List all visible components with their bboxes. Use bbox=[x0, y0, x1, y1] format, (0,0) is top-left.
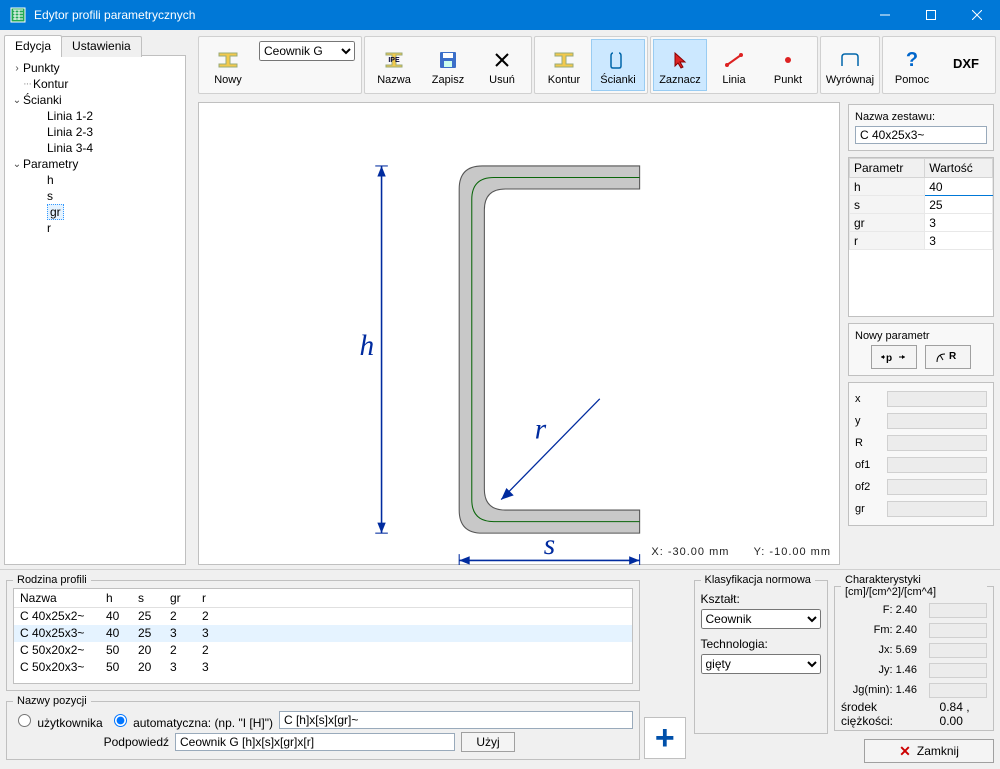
tree-points[interactable]: Punkty bbox=[23, 61, 60, 75]
line-button[interactable]: Linia bbox=[707, 39, 761, 91]
dim-s-label: s bbox=[544, 529, 555, 561]
minimize-button[interactable] bbox=[862, 0, 908, 30]
table-row: C 40x25x3~402533 bbox=[14, 625, 632, 642]
svg-text:R: R bbox=[949, 351, 957, 362]
add-button[interactable]: + bbox=[644, 717, 686, 759]
tree-param-r[interactable]: r bbox=[47, 221, 51, 235]
contour-button[interactable]: Kontur bbox=[537, 39, 591, 91]
expand-icon[interactable]: › bbox=[11, 63, 23, 74]
save-button[interactable]: Zapisz bbox=[421, 39, 475, 91]
collapse-icon[interactable]: ⌄ bbox=[11, 159, 23, 170]
new-button[interactable]: Nowy bbox=[201, 39, 255, 91]
tab-edit[interactable]: Edycja bbox=[4, 35, 62, 56]
delete-button[interactable]: Usuń bbox=[475, 39, 529, 91]
auto-name-input[interactable] bbox=[279, 711, 633, 729]
help-button[interactable]: ? Pomoc bbox=[885, 39, 939, 91]
window-title: Edytor profili parametrycznych bbox=[34, 8, 862, 22]
save-icon bbox=[436, 49, 460, 71]
param-table[interactable]: ParametrWartość h40 s25 gr3 r3 bbox=[848, 157, 994, 317]
dxf-button[interactable]: DXF bbox=[939, 39, 993, 91]
point-button[interactable]: Punkt bbox=[761, 39, 815, 91]
tree-line23[interactable]: Linia 2-3 bbox=[47, 125, 93, 139]
profile-family-group: Rodzina profili Nazwa h s gr r C 40x25x2… bbox=[6, 574, 640, 691]
table-row: C 40x25x2~402522 bbox=[14, 608, 632, 625]
status-coordinates: X: -30.00 mm Y: -10.00 mm bbox=[651, 546, 831, 558]
family-table[interactable]: Nazwa h s gr r C 40x25x2~402522 C 40x25x… bbox=[13, 588, 633, 684]
tree-contour[interactable]: Kontur bbox=[33, 77, 68, 91]
new-param-r-button[interactable]: R bbox=[925, 345, 971, 369]
tree-walls[interactable]: Ścianki bbox=[23, 93, 62, 107]
set-name-input[interactable] bbox=[855, 126, 987, 144]
align-button[interactable]: Wyrównaj bbox=[823, 39, 877, 91]
new-param-p-button[interactable]: p bbox=[871, 345, 917, 369]
walls-icon bbox=[606, 49, 630, 71]
select-button[interactable]: Zaznacz bbox=[653, 39, 707, 91]
close-icon: ✕ bbox=[899, 743, 911, 760]
line-icon bbox=[722, 49, 746, 71]
geo-gr[interactable] bbox=[887, 501, 987, 517]
radio-user[interactable]: użytkownika bbox=[13, 711, 103, 730]
walls-button[interactable]: Ścianki bbox=[591, 39, 645, 91]
char-F-box bbox=[929, 603, 987, 618]
close-button[interactable]: ✕ Zamknij bbox=[864, 739, 994, 763]
drawing-canvas[interactable]: h s r X: -30.00 mm Y: bbox=[198, 102, 840, 565]
point-icon bbox=[776, 49, 800, 71]
ipe-icon: IPE bbox=[382, 49, 406, 71]
char-Fm-box bbox=[929, 623, 987, 638]
char-Jg-box bbox=[929, 683, 987, 698]
maximize-button[interactable] bbox=[908, 0, 954, 30]
geo-y[interactable] bbox=[887, 413, 987, 429]
geo-of1[interactable] bbox=[887, 457, 987, 473]
geo-R[interactable] bbox=[887, 435, 987, 451]
tree-line12[interactable]: Linia 1-2 bbox=[47, 109, 93, 123]
tree-line34[interactable]: Linia 3-4 bbox=[47, 141, 93, 155]
dim-h-label: h bbox=[360, 330, 375, 362]
ibeam-icon bbox=[216, 49, 240, 71]
tree-view[interactable]: ›Punkty ···Kontur ⌄Ścianki Linia 1-2 Lin… bbox=[4, 56, 186, 565]
tree-param-s[interactable]: s bbox=[47, 189, 53, 203]
geo-of2[interactable] bbox=[887, 479, 987, 495]
use-button[interactable]: Użyj bbox=[461, 732, 515, 752]
classification-group: Klasyfikacja normowa Kształt: Ceownik Te… bbox=[694, 574, 829, 734]
set-name-label: Nazwa zestawu: bbox=[855, 111, 987, 123]
help-icon: ? bbox=[900, 49, 924, 71]
collapse-icon[interactable]: ⌄ bbox=[11, 95, 23, 106]
new-param-label: Nowy parametr bbox=[855, 330, 987, 342]
align-icon bbox=[838, 49, 862, 71]
app-icon bbox=[8, 5, 28, 25]
close-window-button[interactable] bbox=[954, 0, 1000, 30]
tree-params[interactable]: Parametry bbox=[23, 157, 78, 171]
title-bar: Edytor profili parametrycznych bbox=[0, 0, 1000, 30]
tree-param-h[interactable]: h bbox=[47, 173, 54, 187]
char-Jy-box bbox=[929, 663, 987, 678]
geo-x[interactable] bbox=[887, 391, 987, 407]
table-row: C 50x20x3~502033 bbox=[14, 659, 632, 676]
table-row: C 50x20x2~502022 bbox=[14, 642, 632, 659]
technology-select[interactable]: gięty bbox=[701, 654, 822, 674]
radio-auto[interactable]: automatyczna: (np. "I [H]") bbox=[109, 711, 273, 730]
dim-r-label: r bbox=[535, 414, 547, 446]
contour-icon bbox=[552, 49, 576, 71]
cursor-icon bbox=[668, 49, 692, 71]
toolbar: Nowy Ceownik G IPE Nazwa Zapisz bbox=[194, 34, 1000, 98]
left-tabs: Edycja Ustawienia bbox=[4, 34, 186, 56]
profile-select[interactable]: Ceownik G bbox=[259, 41, 355, 61]
char-Jx-box bbox=[929, 643, 987, 658]
hint-input[interactable] bbox=[175, 733, 455, 751]
tab-settings[interactable]: Ustawienia bbox=[61, 36, 142, 57]
shape-select[interactable]: Ceownik bbox=[701, 609, 822, 629]
position-names-group: Nazwy pozycji użytkownika automatyczna: … bbox=[6, 695, 640, 760]
name-button[interactable]: IPE Nazwa bbox=[367, 39, 421, 91]
tree-param-gr[interactable]: gr bbox=[47, 204, 64, 220]
characteristics-group: Charakterystyki [cm]/[cm^2]/[cm^4] F: 2.… bbox=[834, 574, 994, 731]
svg-text:p: p bbox=[886, 353, 892, 364]
delete-icon bbox=[490, 49, 514, 71]
